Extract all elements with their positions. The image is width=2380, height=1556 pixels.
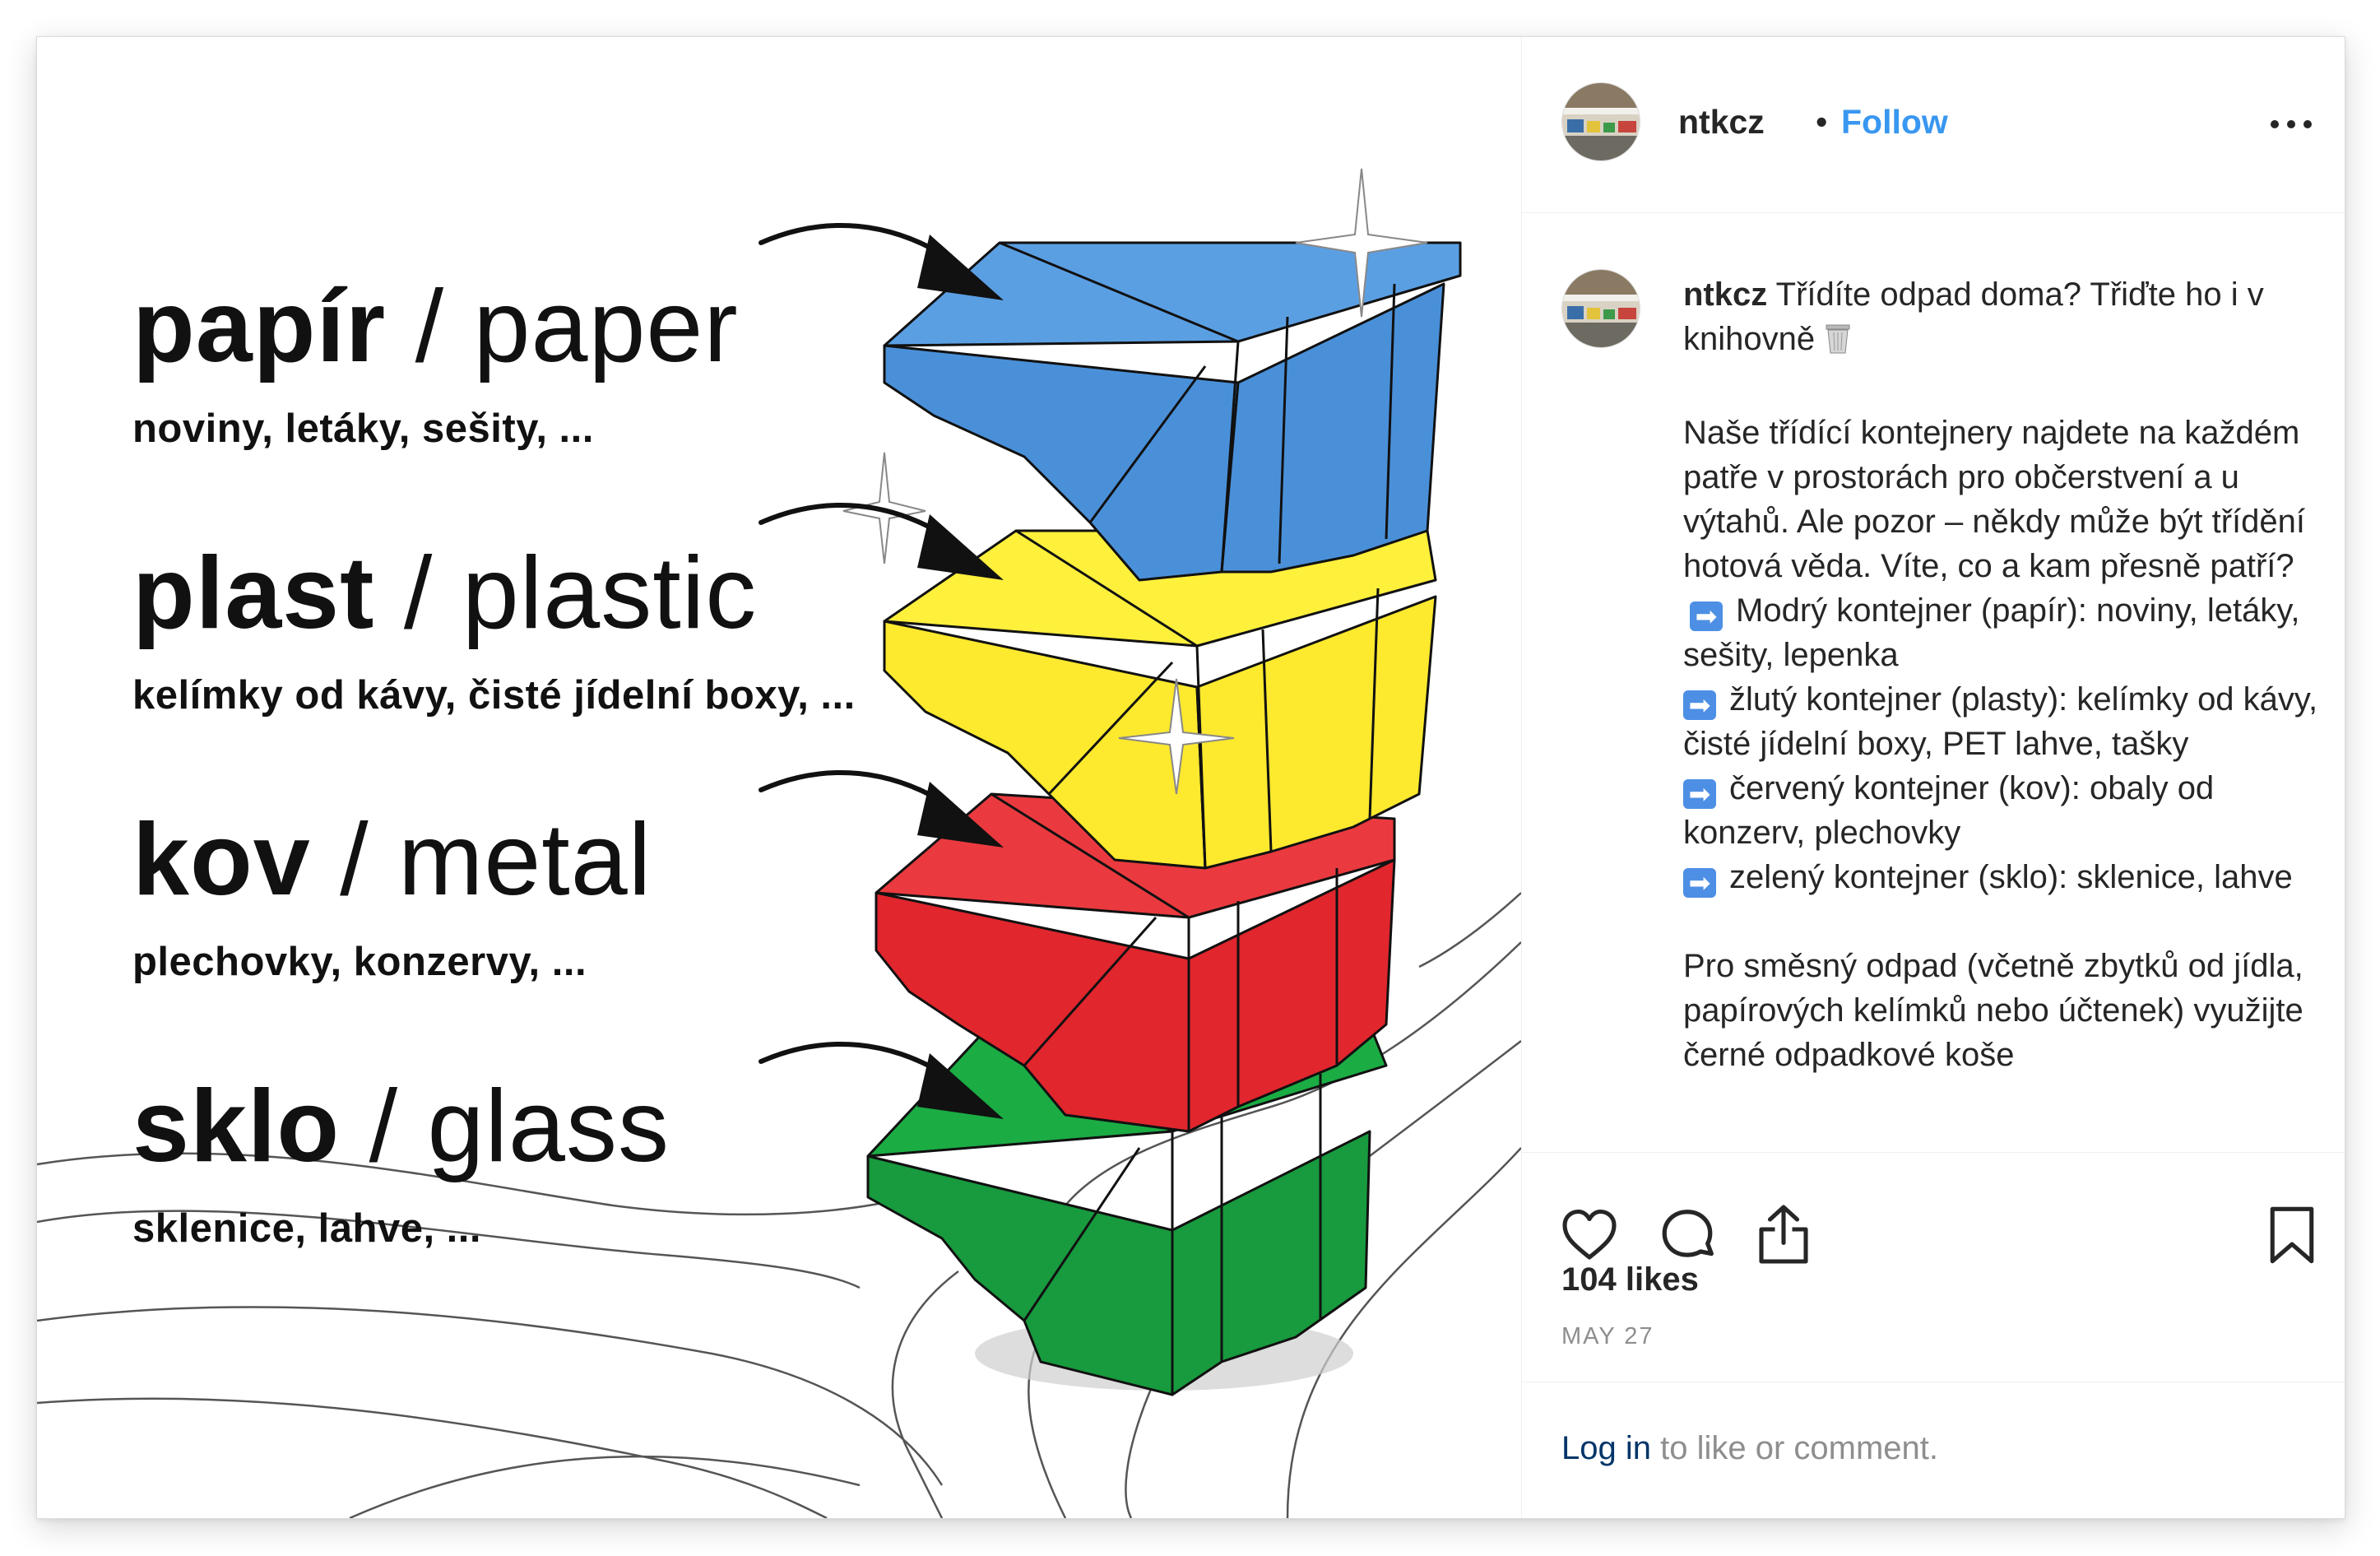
caption-text: ntkcz Třídíte odpad doma? Třiďte ho i v …	[1683, 272, 2325, 1140]
caption-red-bin-text: červený kontejner (kov): obaly od konzer…	[1683, 770, 2215, 851]
save-button[interactable]	[2266, 1204, 2318, 1270]
caption-username-link[interactable]: ntkcz	[1683, 276, 1767, 313]
post-image[interactable]: papír / paper noviny, letáky, sešity, ..…	[37, 37, 1521, 1518]
more-horizontal-icon	[2271, 120, 2312, 128]
caption-avatar[interactable]	[1561, 269, 1640, 348]
caption-yellow-bin-text: žlutý kontejner (plasty): kelímky od káv…	[1683, 681, 2318, 762]
metal-english-label: metal	[398, 803, 652, 917]
post-sidebar: ntkcz • Follow ntkcz Třídíte odpad doma?…	[1521, 37, 2345, 1518]
caption-green-line: ➡ zelený kontejner (sklo): sklenice, lahv…	[1683, 855, 2325, 899]
like-button[interactable]	[1558, 1205, 1621, 1269]
library-avatar-image	[1562, 83, 1640, 160]
metal-czech-label: kov	[132, 803, 311, 917]
post-date[interactable]: MAY 27	[1561, 1323, 1654, 1350]
username-link[interactable]: ntkcz	[1678, 103, 1765, 142]
more-options-button[interactable]	[2262, 108, 2320, 141]
caption-blank-line	[1683, 366, 2325, 411]
right-arrow-emoji-icon: ➡	[1683, 690, 1716, 720]
plastic-items: kelímky od kávy, čisté jídelní boxy, ...	[132, 673, 856, 718]
paper-items: noviny, letáky, sešity, ...	[132, 406, 594, 451]
heading-slash: /	[340, 803, 369, 917]
follow-button[interactable]: Follow	[1841, 103, 1948, 142]
plastic-english-label: plastic	[462, 536, 758, 650]
caption-blank-line	[1683, 899, 2325, 944]
glass-items: sklenice, lahve, ...	[132, 1206, 482, 1251]
instagram-post: papír / paper noviny, letáky, sešity, ..…	[36, 36, 2345, 1519]
poster-labels: papír / paper noviny, letáky, sešity, ..…	[37, 37, 1521, 1518]
wastebasket-emoji-icon	[1824, 322, 1852, 366]
caption-red-line: ➡ červený kontejner (kov): obaly od konze…	[1683, 766, 2325, 855]
caption-intro-text: Třídíte odpad doma? Třiďte ho i v knihov…	[1683, 276, 2264, 357]
login-prompt-rest: to like or comment.	[1650, 1430, 1938, 1466]
glass-czech-label: sklo	[132, 1070, 341, 1183]
like-count[interactable]: 104 likes	[1561, 1261, 1699, 1298]
caption-paragraph: Naše třídící kontejnery najdete na každé…	[1683, 411, 2325, 677]
caption-yellow-line: ➡ žlutý kontejner (plasty): kelímky od ká…	[1683, 677, 2325, 766]
caption-intro: ntkcz Třídíte odpad doma? Třiďte ho i v …	[1683, 272, 2325, 366]
caption-paragraph-text: Naše třídící kontejnery najdete na každé…	[1683, 415, 2305, 584]
glass-english-label: glass	[427, 1070, 670, 1183]
right-arrow-emoji-icon: ➡	[1690, 601, 1723, 631]
plastic-czech-label: plast	[132, 536, 375, 650]
share-button[interactable]	[1754, 1202, 1813, 1270]
heading-slash: /	[415, 270, 445, 383]
library-avatar-image	[1562, 270, 1640, 347]
comment-icon	[1662, 1210, 1714, 1257]
plastic-heading: plast / plastic	[132, 542, 757, 644]
share-icon	[1759, 1205, 1808, 1264]
heart-icon	[1562, 1209, 1617, 1260]
caption-green-bin-text: zelený kontejner (sklo): sklenice, lahve	[1729, 859, 2293, 895]
heading-slash: /	[403, 536, 434, 650]
right-arrow-emoji-icon: ➡	[1683, 868, 1716, 898]
metal-heading: kov / metal	[132, 809, 652, 911]
paper-english-label: paper	[473, 270, 739, 383]
separator-dot: •	[1816, 103, 1828, 141]
glass-heading: sklo / glass	[132, 1075, 670, 1177]
login-link[interactable]: Log in	[1561, 1430, 1651, 1466]
paper-heading: papír / paper	[132, 276, 739, 378]
bookmark-icon	[2270, 1206, 2314, 1264]
caption-mixed-waste: Pro směsný odpad (včetně zbytků od jídla…	[1683, 948, 2303, 1073]
right-arrow-emoji-icon: ➡	[1683, 779, 1716, 809]
metal-items: plechovky, konzervy, ...	[132, 940, 587, 984]
heading-slash: /	[369, 1070, 399, 1183]
paper-czech-label: papír	[132, 270, 387, 383]
caption-blue-bin-line: Modrý kontejner (papír): noviny, letáky,…	[1683, 592, 2300, 673]
login-prompt-text: Log in to like or comment.	[1561, 1430, 1938, 1467]
avatar[interactable]	[1561, 82, 1640, 161]
